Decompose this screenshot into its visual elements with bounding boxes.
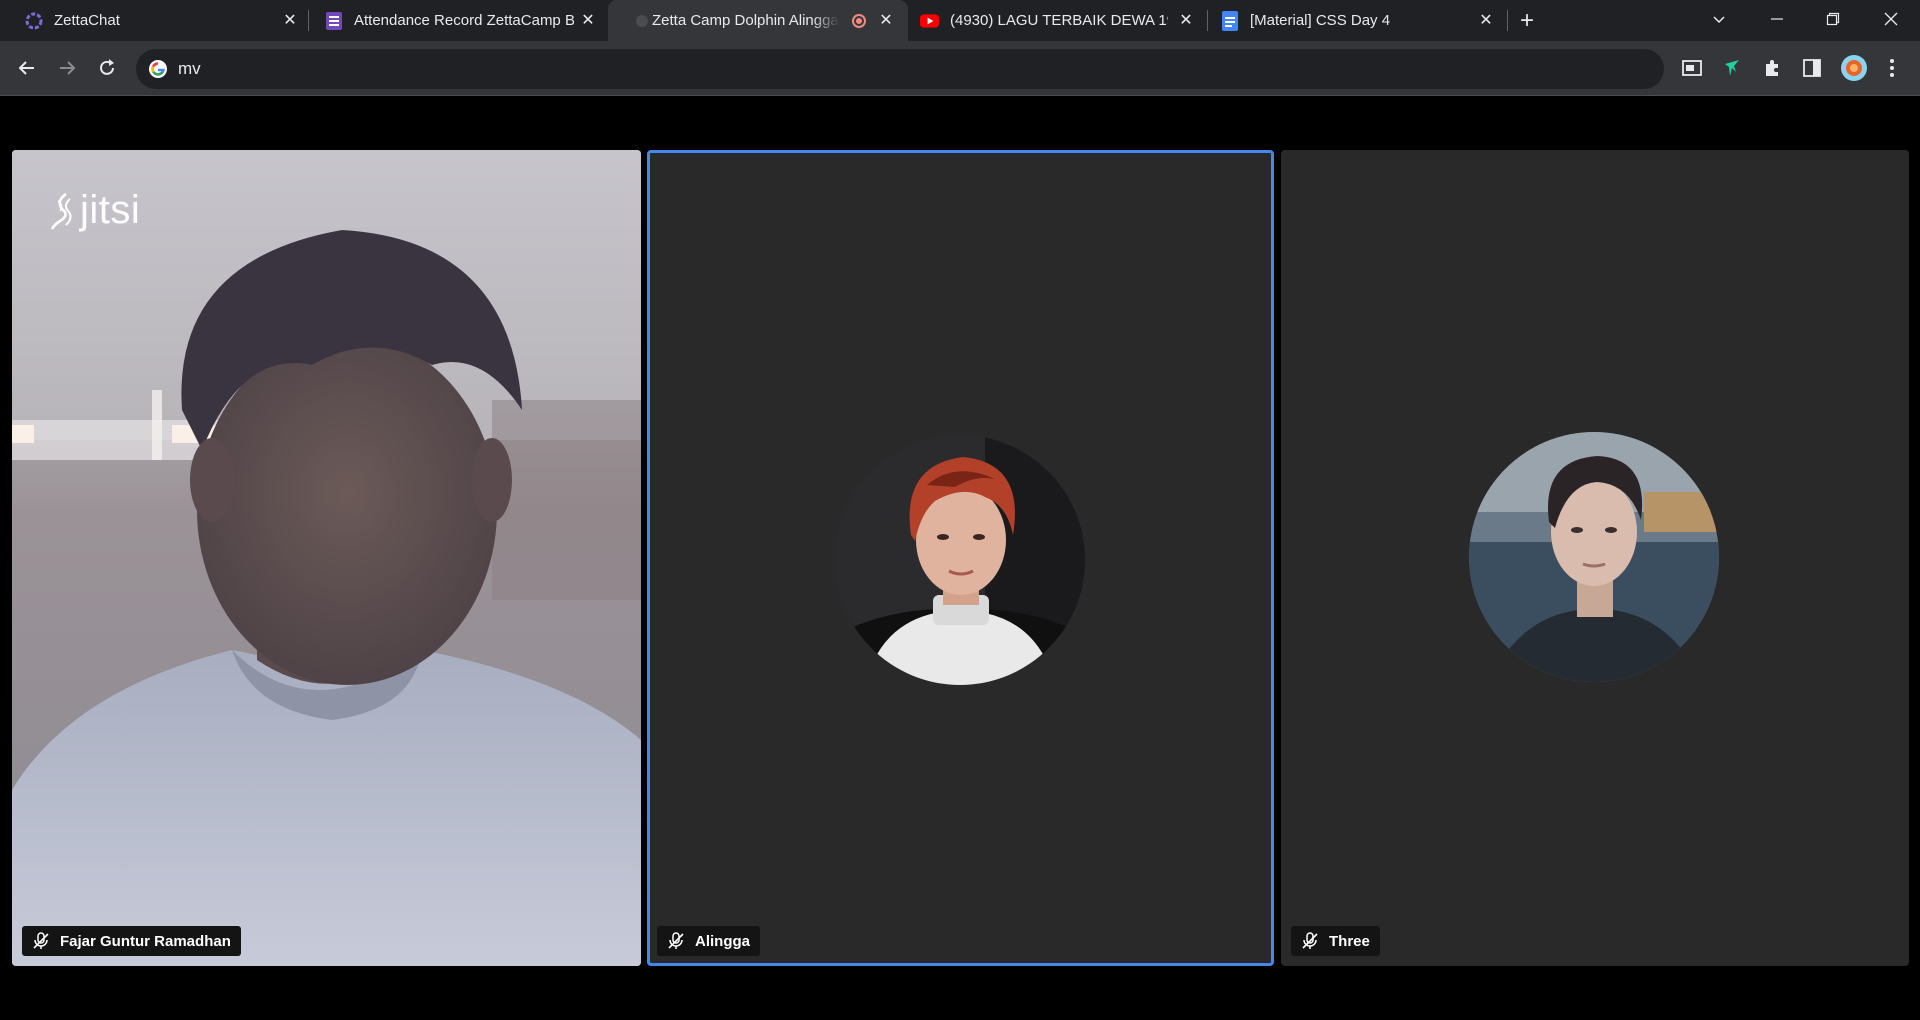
chevron-down-icon bbox=[1713, 16, 1725, 24]
participant-avatar bbox=[1469, 432, 1719, 682]
address-text: mv bbox=[178, 59, 201, 78]
jitsi-logo-icon bbox=[50, 192, 72, 230]
participant-name: Alingga bbox=[695, 932, 750, 950]
meeting-stage: jitsi Fajar Guntur Ramadhan Alingga Thre… bbox=[0, 96, 1920, 1020]
tab-jitsi-meeting[interactable]: Zetta Camp Dolphin Alingga ✕ bbox=[608, 0, 908, 41]
participant-name: Fajar Guntur Ramadhan bbox=[60, 932, 231, 950]
side-panel-icon bbox=[1803, 59, 1821, 77]
side-panel-button[interactable] bbox=[1800, 56, 1824, 80]
profile-avatar-icon bbox=[1841, 55, 1867, 81]
reload-button[interactable] bbox=[92, 53, 122, 83]
tab-title: Attendance Record ZettaCamp B bbox=[354, 12, 574, 29]
recording-icon bbox=[852, 14, 866, 28]
picture-in-picture-icon bbox=[1682, 60, 1702, 76]
more-vertical-icon bbox=[1890, 59, 1894, 77]
profile-avatar[interactable] bbox=[1840, 54, 1868, 82]
close-tab-icon[interactable]: ✕ bbox=[280, 10, 300, 30]
tab-youtube[interactable]: (4930) LAGU TERBAIK DEWA 19 - ✕ bbox=[908, 0, 1208, 41]
restore-icon bbox=[1826, 12, 1840, 26]
tab-title: ZettaChat bbox=[54, 12, 120, 29]
close-tab-icon[interactable]: ✕ bbox=[578, 10, 598, 30]
participant-tile-video[interactable]: jitsi Fajar Guntur Ramadhan bbox=[12, 150, 641, 966]
tab-divider bbox=[1507, 10, 1508, 31]
participant-name-tag: Alingga bbox=[657, 926, 760, 956]
browser-toolbar: mv bbox=[0, 41, 1920, 95]
puzzle-icon bbox=[1766, 60, 1778, 76]
close-tab-icon[interactable]: ✕ bbox=[1476, 10, 1496, 30]
close-tab-icon[interactable]: ✕ bbox=[876, 10, 896, 30]
extensions-menu-button[interactable] bbox=[1760, 56, 1784, 80]
participant-name-tag: Fajar Guntur Ramadhan bbox=[22, 926, 241, 956]
forms-icon bbox=[324, 11, 343, 30]
tab-attendance-record[interactable]: Attendance Record ZettaCamp B ✕ bbox=[300, 0, 874, 41]
close-tab-icon[interactable]: ✕ bbox=[1176, 10, 1196, 30]
minimize-icon bbox=[1771, 18, 1783, 20]
tab-strip: ZettaChat ✕ Attendance Record ZettaCamp … bbox=[0, 0, 1920, 41]
address-bar[interactable]: mv bbox=[136, 49, 1664, 89]
participant-name-tag: Three bbox=[1291, 926, 1380, 956]
jitsi-logo-text: jitsi bbox=[80, 188, 141, 232]
mic-muted-icon bbox=[665, 930, 687, 952]
participant-avatar bbox=[835, 435, 1085, 685]
browser-menu-button[interactable] bbox=[1880, 56, 1904, 80]
close-icon bbox=[1884, 12, 1898, 26]
docs-icon bbox=[1220, 10, 1239, 31]
reload-icon bbox=[100, 59, 114, 75]
youtube-icon bbox=[920, 11, 939, 30]
mic-muted-icon bbox=[30, 930, 52, 952]
tab-search-button[interactable] bbox=[1696, 0, 1742, 38]
tab-title: (4930) LAGU TERBAIK DEWA 19 - bbox=[950, 12, 1168, 29]
restore-button[interactable] bbox=[1810, 0, 1856, 38]
jitsi-logo[interactable]: jitsi bbox=[50, 188, 140, 233]
picture-in-picture-button[interactable] bbox=[1680, 56, 1704, 80]
forward-button[interactable] bbox=[52, 53, 82, 83]
back-button[interactable] bbox=[12, 53, 42, 83]
camera-video-feed bbox=[12, 150, 641, 966]
participant-name: Three bbox=[1329, 932, 1370, 950]
tab-css-material[interactable]: [Material] CSS Day 4 ✕ bbox=[1208, 0, 1508, 41]
tab-title-fade bbox=[812, 0, 846, 41]
google-icon bbox=[148, 59, 168, 79]
close-window-button[interactable] bbox=[1868, 0, 1914, 38]
tab-title: [Material] CSS Day 4 bbox=[1250, 12, 1391, 29]
participant-tile-avatar[interactable]: Three bbox=[1281, 150, 1909, 966]
minimize-button[interactable] bbox=[1754, 0, 1800, 38]
zettachat-icon bbox=[24, 11, 43, 30]
arrow-right-icon bbox=[60, 61, 76, 75]
tab-zettachat[interactable]: ZettaChat ✕ bbox=[0, 0, 305, 41]
arrow-left-icon bbox=[18, 61, 34, 75]
hummingbird-extension-icon bbox=[1725, 60, 1739, 76]
new-tab-button[interactable]: + bbox=[1514, 7, 1540, 34]
participant-tile-avatar[interactable]: Alingga bbox=[647, 150, 1274, 966]
mic-muted-icon bbox=[1299, 930, 1321, 952]
extension-button[interactable] bbox=[1720, 56, 1744, 80]
jitsi-icon bbox=[632, 11, 651, 30]
